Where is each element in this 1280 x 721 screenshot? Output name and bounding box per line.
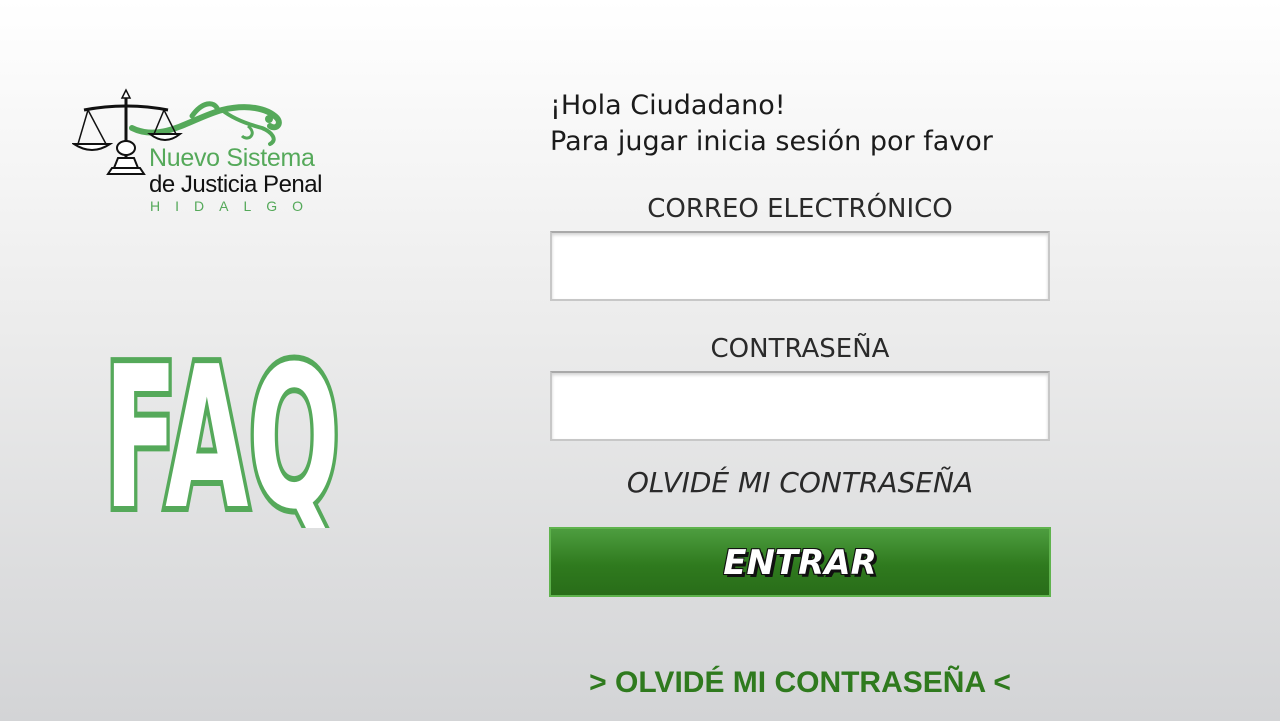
logo: Nuevo Sistema de Justicia Penal HIDALGO (72, 88, 362, 216)
logo-title-line3: HIDALGO (150, 198, 319, 214)
password-field[interactable] (550, 371, 1050, 441)
email-field[interactable] (550, 231, 1050, 301)
enter-button-label: ENTRAR (723, 543, 877, 583)
password-label: CONTRASEÑA (710, 334, 890, 364)
greeting: ¡Hola Ciudadano! Para jugar inicia sesió… (550, 88, 993, 160)
logo-title-line2: de Justicia Penal (149, 171, 322, 198)
enter-button[interactable]: ENTRAR (549, 527, 1051, 597)
logo-title-line1: Nuevo Sistema (149, 144, 315, 172)
forgot-password-link-bottom[interactable]: > OLVIDÉ MI CONTRASEÑA < (550, 666, 1050, 700)
greeting-line1: ¡Hola Ciudadano! (550, 90, 786, 121)
faq-label-graphic: FAQ (98, 319, 346, 559)
faq-text: FAQ (104, 338, 340, 528)
faq-button[interactable]: FAQ (96, 319, 356, 559)
forgot-password-link[interactable]: OLVIDÉ MI CONTRASEÑA (550, 466, 1050, 499)
greeting-line2: Para jugar inicia sesión por favor (550, 126, 993, 157)
email-label: CORREO ELECTRÓNICO (647, 194, 953, 224)
